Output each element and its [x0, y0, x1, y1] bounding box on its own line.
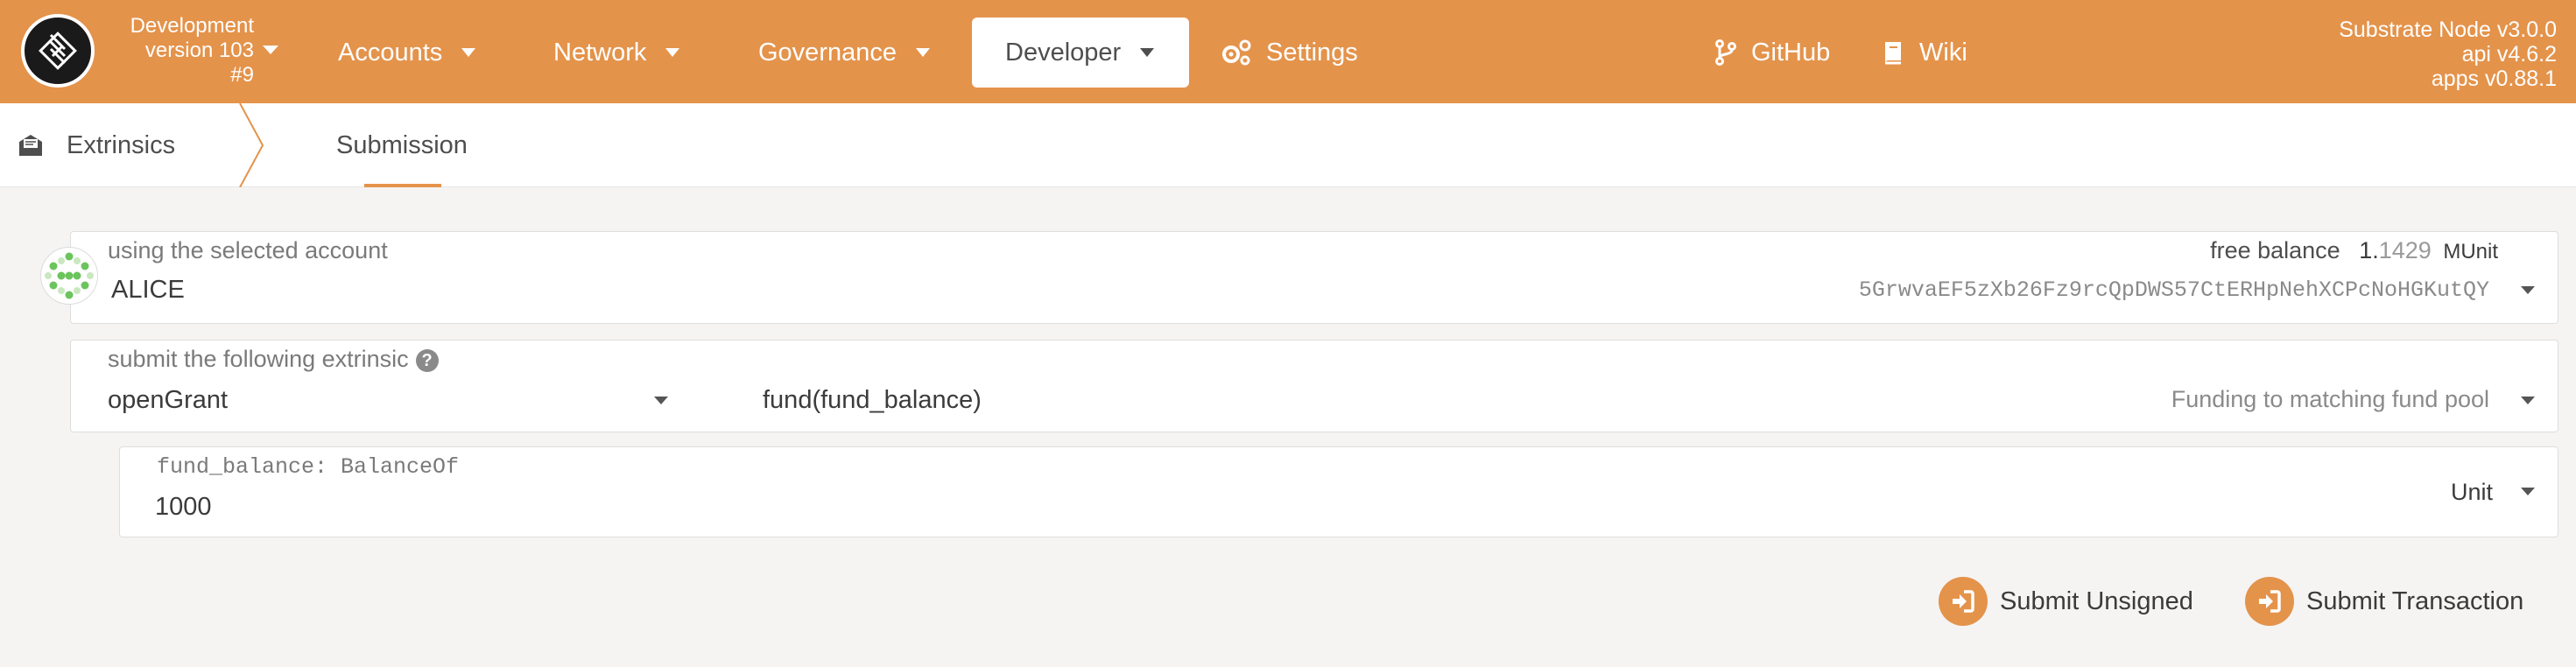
balance-integer: 1. [2359, 237, 2379, 263]
submit-unsigned-label: Submit Unsigned [2000, 586, 2193, 615]
submit-transaction-button[interactable]: Submit Transaction [2245, 576, 2523, 627]
breadcrumb-chevron-icon [239, 103, 264, 187]
chain-block: #9 [230, 63, 254, 87]
fund-balance-input[interactable] [155, 486, 2256, 528]
gears-icon [1222, 39, 1251, 66]
node-info: Substrate Node v3.0.0 api v4.6.2 apps v0… [2339, 18, 2557, 91]
account-identicon-icon [40, 247, 98, 305]
nav-github-label: GitHub [1751, 38, 1831, 67]
code-branch-icon [1715, 39, 1736, 66]
extrinsic-label: submit the following extrinsic? [108, 346, 439, 373]
nav-network[interactable]: Network [553, 18, 680, 88]
nav-wiki[interactable]: Wiki [1883, 18, 1967, 88]
unit-value: Unit [2450, 479, 2493, 505]
apps-version: apps v0.88.1 [2431, 67, 2557, 91]
free-balance-label: free balance [2210, 237, 2340, 263]
nav-settings-label: Settings [1266, 38, 1358, 67]
balance-unit: MUnit [2443, 240, 2498, 263]
extrinsic-label-text: submit the following extrinsic [108, 346, 409, 372]
sign-in-icon [2245, 577, 2294, 626]
module-value: openGrant [108, 386, 229, 414]
tab-extrinsics[interactable]: Extrinsics [18, 103, 175, 187]
nav-developer[interactable]: Developer [972, 18, 1189, 88]
tab-submission-label: Submission [336, 130, 468, 159]
param-label: fund_balance: BalanceOf [157, 454, 460, 480]
api-version: api v4.6.2 [2461, 42, 2557, 67]
tabs-bar: Extrinsics Submission [0, 103, 2576, 187]
account-name: ALICE [111, 276, 185, 304]
account-address: 5GrwvaEF5zXb26Fz9rcQpDWS57CtERHpNehXCPcN… [1858, 277, 2489, 303]
nav-wiki-label: Wiki [1919, 38, 1967, 67]
call-description: Funding to matching fund pool [2171, 386, 2489, 412]
nav-accounts[interactable]: Accounts [338, 18, 476, 88]
caret-down-icon [916, 48, 930, 57]
substrate-logo-icon[interactable] [21, 14, 95, 88]
account-label: using the selected account [108, 237, 388, 263]
extrinsic-selector: submit the following extrinsic? openGran… [70, 340, 2558, 432]
caret-down-icon [1140, 48, 1155, 57]
sign-in-icon [1939, 577, 1988, 626]
node-name: Substrate Node v3.0.0 [2339, 18, 2557, 42]
caret-down-icon [2521, 488, 2535, 495]
caret-down-icon[interactable] [2521, 286, 2535, 294]
submit-transaction-label: Submit Transaction [2306, 586, 2524, 615]
nav-developer-label: Developer [1005, 38, 1122, 67]
chain-caret-icon[interactable] [263, 46, 278, 54]
nav-governance[interactable]: Governance [758, 18, 930, 88]
param-fund-balance: fund_balance: BalanceOf Unit [119, 446, 2558, 537]
active-tab-indicator [364, 184, 441, 187]
chain-version: version 103 [144, 39, 254, 62]
top-navbar: Development version 103 #9 Accounts Netw… [0, 0, 2576, 103]
caret-down-icon [665, 48, 680, 57]
caret-down-icon [461, 48, 476, 57]
call-value: fund(fund_balance) [763, 386, 982, 414]
tab-submission[interactable]: Submission [336, 103, 468, 187]
unit-select[interactable]: Unit [2400, 465, 2558, 521]
nav-accounts-label: Accounts [338, 38, 443, 67]
chain-name: Development [130, 14, 254, 38]
balance-decimal: 1429 [2378, 237, 2432, 263]
help-icon[interactable]: ? [415, 348, 439, 372]
chain-selector[interactable]: Development version 103 #9 [105, 14, 254, 88]
caret-down-icon [654, 397, 668, 404]
nav-settings[interactable]: Settings [1221, 18, 1358, 88]
module-select[interactable]: openGrant [71, 376, 684, 433]
account-selector[interactable]: using the selected account ALICE free ba… [70, 231, 2558, 324]
nav-network-label: Network [553, 38, 647, 67]
nav-governance-label: Governance [758, 38, 897, 67]
envelope-open-icon [19, 135, 42, 156]
caret-down-icon [2521, 397, 2535, 404]
submit-unsigned-button[interactable]: Submit Unsigned [1939, 576, 2193, 627]
tab-extrinsics-label: Extrinsics [67, 130, 176, 159]
book-icon [1885, 42, 1901, 65]
free-balance: free balance 1.1429 MUnit [2210, 237, 2498, 264]
call-select[interactable]: fund(fund_balance) Funding to matching f… [719, 376, 2558, 433]
nav-github[interactable]: GitHub [1714, 18, 1830, 88]
